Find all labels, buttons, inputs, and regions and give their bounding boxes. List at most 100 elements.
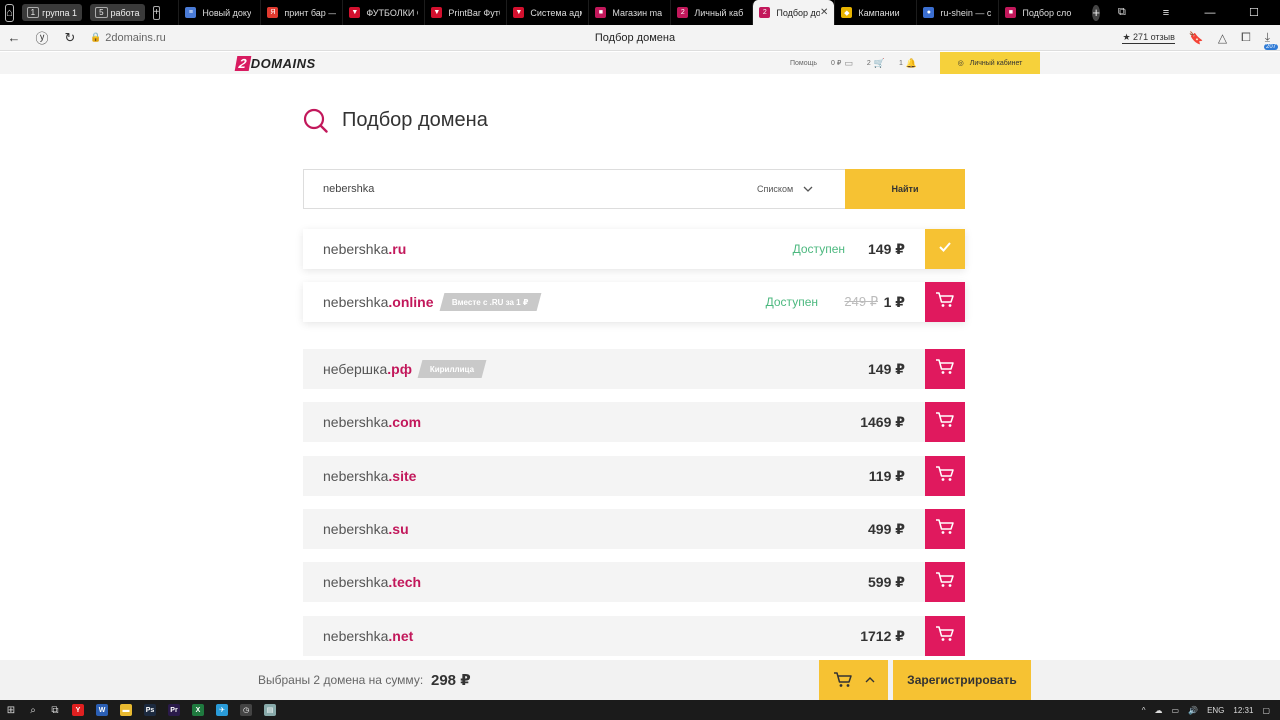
add-to-cart-button[interactable] [925,616,965,656]
browser-tab[interactable]: ≡ Новый доку [178,0,260,25]
notes-app-icon[interactable]: ▤ [264,704,276,716]
header-cart-link[interactable]: 2 🛒 [867,58,885,69]
site-logo[interactable]: 2 DOMAINS [234,56,316,71]
domain-search-input[interactable] [323,183,743,195]
notifications-link[interactable]: 1 🔔 [899,58,917,69]
close-tab-icon[interactable]: ✕ [820,7,828,18]
task-view-icon[interactable]: ⧉ [44,700,66,720]
tab-favicon-icon: ≡ [185,7,197,18]
url-field[interactable]: 🔒 2domains.ru [90,32,166,44]
extensions-icon[interactable]: ⧠ [1241,30,1251,45]
tab-favicon-icon: Я [267,7,279,18]
tab-group-work[interactable]: 5 работа [90,4,145,21]
tab-favicon-icon: 2 [759,7,771,18]
cart-toggle-button[interactable] [819,660,888,700]
cloud-icon[interactable]: ☁ [1155,706,1163,715]
maximize-icon[interactable]: ☐ [1232,6,1276,19]
clock-app-icon[interactable]: ◷ [240,704,252,716]
system-tray: ^ ☁ ▭ 🔊 ENG 12:31 ▢ [1142,706,1280,715]
alice-icon[interactable]: △ [1218,31,1227,45]
reviews-link[interactable]: ★ 271 отзыв [1122,32,1175,44]
new-tab-group-icon[interactable]: + [152,5,161,20]
page-title-bar: Подбор домена [594,31,676,44]
add-to-cart-button[interactable] [925,456,965,496]
minimize-icon[interactable]: — [1188,7,1232,19]
excel-icon[interactable]: X [192,704,204,716]
browser-tabs: ≡ Новый доку Япринт бар — ▼ ФУТБОЛКИ С ▼ Print… [178,0,1080,25]
cabinet-button[interactable]: ◎ Личный кабинет [940,52,1040,74]
add-to-cart-button[interactable] [925,349,965,389]
tab-group-1[interactable]: 1 группа 1 [21,4,83,21]
site-header: 2 DOMAINS Помощь 0 ₽ ▭ 2 🛒 1 🔔 ◎ Личный … [0,52,1280,74]
word-icon[interactable]: W [96,704,108,716]
logo-text: DOMAINS [250,56,316,71]
register-button[interactable]: Зарегистрировать [893,660,1031,700]
domain-price: 119 ₽ [868,467,905,484]
cart-icon [935,465,955,487]
domain-name: nebershka .tech [323,574,421,590]
close-window-icon[interactable]: ✕ [1276,6,1280,19]
browser-tab[interactable]: ▼ Система адм [506,0,588,25]
cabinet-label: Личный кабинет [969,59,1023,67]
domain-name: nebershka .su [323,521,409,537]
volume-icon[interactable]: 🔊 [1188,706,1198,715]
browser-tab[interactable]: 2 Личный каб [670,0,752,25]
clock[interactable]: 12:31 [1233,706,1253,715]
balance-link[interactable]: 0 ₽ ▭ [831,58,853,69]
windows-start-icon[interactable]: ⊞ [0,700,22,720]
reload-icon[interactable]: ↻ [56,30,84,46]
add-to-cart-button[interactable] [925,562,965,602]
browser-tab[interactable]: ● ru-shein — с [916,0,998,25]
browser-tab[interactable]: ▼ ФУТБОЛКИ С [342,0,424,25]
find-button[interactable]: Найти [845,169,965,209]
browser-tab[interactable]: Япринт бар — [260,0,342,25]
home-icon[interactable]: ⌂ [5,3,14,22]
domain-zone: .tech [388,574,422,590]
yandex-icon[interactable]: ⓨ [28,28,56,47]
browser-tab[interactable]: ■ Подбор сло [998,0,1080,25]
bookmark-icon[interactable]: 🔖 [1189,31,1204,45]
selection-summary-bar: Выбраны 2 домена на сумму: 298 ₽ Зарегис… [0,660,1280,700]
domain-price: 1712 ₽ [860,627,905,644]
premiere-icon[interactable]: Pr [168,704,180,716]
yandex-browser-icon[interactable]: Y [72,704,84,716]
search-icon[interactable]: ⌕ [22,700,44,720]
notifications-icon[interactable]: ▢ [1262,706,1270,715]
browser-tab[interactable]: ◆ Кампании [834,0,916,25]
domain-name: nebershka .ru [323,241,406,257]
domain-name: nebershka .com [323,414,421,430]
tab-group-label: работа [110,7,140,18]
new-tab-icon[interactable]: + [1092,4,1100,21]
help-link[interactable]: Помощь [790,60,817,67]
photoshop-icon[interactable]: Ps [144,704,156,716]
view-mode-select[interactable]: Списком [757,170,813,208]
tray-chevron-icon[interactable]: ^ [1142,706,1146,715]
add-to-cart-button[interactable] [925,282,965,322]
tab-title: Личный каб [694,7,744,18]
selected-check-button[interactable] [925,229,965,269]
domain-zone: .online [388,294,434,310]
cart-count: 2 [866,59,871,67]
browser-tab[interactable]: 2 Подбор до ✕ [752,0,835,25]
back-icon[interactable]: ← [0,30,28,45]
telegram-icon[interactable]: ✈ [216,704,228,716]
add-to-cart-button[interactable] [925,402,965,442]
language-indicator[interactable]: ENG [1207,706,1224,715]
notifications-count: 1 [898,59,903,67]
domain-search-box: Списком Найти [303,169,965,209]
file-explorer-icon[interactable]: ▬ [120,704,132,716]
tab-title: Система адм [530,7,583,18]
chevron-up-icon [865,677,874,683]
browser-tab[interactable]: ▼ PrintBar Футб [424,0,506,25]
network-icon[interactable]: ▭ [1172,706,1180,715]
tabs-overview-icon[interactable]: ⧉ [1100,6,1144,19]
tab-title: Новый доку [202,7,252,18]
downloads-icon[interactable]: ⤓ 207 [1263,30,1278,50]
domain-label: nebershka [323,241,389,257]
cart-icon [935,625,955,647]
browser-tab[interactable]: ■ Магазин ma [588,0,670,25]
add-to-cart-button[interactable] [925,509,965,549]
summary-label: Выбраны 2 домена на сумму: [258,673,424,687]
domain-result-row: nebershka .site 119 ₽ [303,456,965,496]
menu-icon[interactable]: ≡ [1144,7,1188,19]
